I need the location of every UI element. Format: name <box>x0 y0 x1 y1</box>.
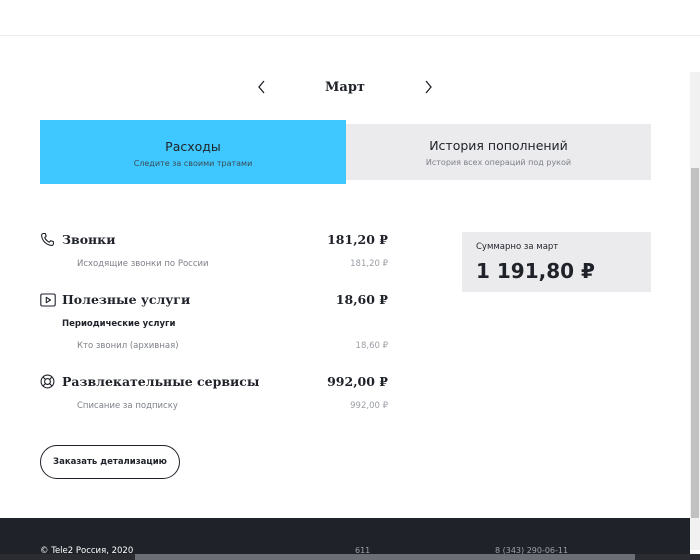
category-amount: 181,20 ₽ <box>327 232 388 247</box>
list-item: Исходящие звонки по России 181,20 ₽ <box>40 259 390 273</box>
chevron-right-icon[interactable] <box>416 75 440 99</box>
order-details-button[interactable]: Заказать детализацию <box>40 445 180 479</box>
item-label: Кто звонил (архивная) <box>77 341 179 351</box>
month-title: Март <box>325 79 365 95</box>
summary-total: 1 191,80 ₽ <box>476 259 595 283</box>
category-title: Звонки <box>62 232 116 247</box>
chevron-left-icon[interactable] <box>250 75 274 99</box>
phone-icon <box>40 232 55 247</box>
item-label: Исходящие звонки по России <box>77 259 209 269</box>
list-item: Списание за подписку 992,00 ₽ <box>40 401 390 415</box>
item-amount: 18,60 ₽ <box>355 341 388 351</box>
tab-expenses[interactable]: Расходы Следите за своими тратами <box>40 120 346 184</box>
category-title: Полезные услуги <box>62 292 191 307</box>
item-amount: 181,20 ₽ <box>350 259 388 269</box>
tab-title: Расходы <box>165 139 221 154</box>
horizontal-scrollbar-thumb[interactable] <box>135 554 635 560</box>
category-amount: 18,60 ₽ <box>335 292 388 307</box>
category-title: Развлекательные сервисы <box>62 374 260 389</box>
item-label: Списание за подписку <box>77 401 178 411</box>
item-amount: 992,00 ₽ <box>350 401 388 411</box>
lifebuoy-icon <box>40 374 55 389</box>
play-icon <box>40 292 56 307</box>
list-item: Кто звонил (архивная) 18,60 ₽ <box>40 341 390 355</box>
tab-topup-history[interactable]: История пополнений История всех операций… <box>346 124 651 180</box>
tab-subtitle: Следите за своими тратами <box>133 159 253 168</box>
header-bar <box>0 0 700 36</box>
category-entertainment: Развлекательные сервисы 992,00 ₽ <box>40 372 390 392</box>
tab-subtitle: История всех операций под рукой <box>425 158 572 167</box>
summary-card: Суммарно за март 1 191,80 ₽ <box>462 232 651 292</box>
category-amount: 992,00 ₽ <box>327 374 388 389</box>
category-calls: Звонки 181,20 ₽ <box>40 230 390 250</box>
month-navigation: Март <box>250 74 440 100</box>
tab-title: История пополнений <box>429 138 568 153</box>
scrollbar-thumb[interactable] <box>691 168 699 518</box>
category-useful-services: Полезные услуги 18,60 ₽ <box>40 290 390 310</box>
summary-label: Суммарно за март <box>476 242 559 252</box>
subcategory-title: Периодические услуги <box>62 319 176 329</box>
